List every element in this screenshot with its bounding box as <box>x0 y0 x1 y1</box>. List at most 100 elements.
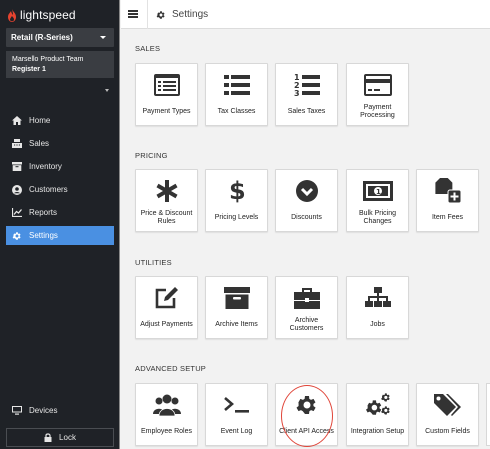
page-title: Settings <box>156 9 208 20</box>
tile-event-log[interactable]: Event Log <box>205 383 268 446</box>
chevron-circle-icon <box>276 178 337 204</box>
sitemap-icon <box>347 285 408 311</box>
top-header: Settings <box>121 0 490 29</box>
money-bill-icon: 1 <box>347 178 408 204</box>
caret-down-icon <box>100 36 106 39</box>
monitor-icon <box>12 406 22 416</box>
payment-types-icon <box>136 72 197 98</box>
credit-card-icon <box>347 72 408 98</box>
tag-plus-icon <box>417 178 478 204</box>
logo[interactable]: lightspeed <box>7 8 76 22</box>
terminal-icon <box>206 392 267 418</box>
sidebar: lightspeed Retail (R-Series) Marsello Pr… <box>0 0 120 449</box>
product-selector-label: Retail (R-Series) <box>11 33 73 42</box>
tile-client-api-access[interactable]: Client API Access <box>275 383 338 446</box>
inventory-icon <box>12 162 22 172</box>
caret-down-icon[interactable] <box>105 89 109 92</box>
tile-partial[interactable] <box>486 383 490 446</box>
gear-icon <box>12 231 22 241</box>
logo-text: lightspeed <box>20 8 76 22</box>
tile-sales-taxes[interactable]: 123 Sales Taxes <box>275 63 338 126</box>
sidebar-item-inventory[interactable]: Inventory <box>6 157 114 176</box>
svg-text:3: 3 <box>294 89 300 97</box>
tile-archive-customers[interactable]: Archive Customers <box>275 276 338 339</box>
tile-label: Payment Types <box>142 107 191 115</box>
sidebar-item-label: Home <box>29 116 51 125</box>
tile-item-fees[interactable]: Item Fees <box>416 169 479 232</box>
sidebar-item-sales[interactable]: Sales <box>6 134 114 153</box>
asterisk-icon <box>136 178 197 204</box>
tile-bulk-pricing-changes[interactable]: 1 Bulk Pricing Changes <box>346 169 409 232</box>
tile-label: Integration Setup <box>350 427 405 435</box>
tile-payment-types[interactable]: Payment Types <box>135 63 198 126</box>
tile-payment-processing[interactable]: Payment Processing <box>346 63 409 126</box>
sidebar-item-customers[interactable]: Customers <box>6 180 114 199</box>
tile-label: Bulk Pricing Changes <box>359 209 396 226</box>
register-icon <box>12 139 22 149</box>
tile-label: Adjust Payments <box>140 320 193 328</box>
tile-label: Pricing Levels <box>214 213 259 221</box>
tile-label: Employee Roles <box>141 427 192 435</box>
section-heading-pricing: PRICING <box>135 151 168 160</box>
tile-employee-roles[interactable]: Employee Roles <box>135 383 198 446</box>
briefcase-icon <box>276 285 337 311</box>
sidebar-item-reports[interactable]: Reports <box>6 203 114 222</box>
tile-archive-items[interactable]: Archive Items <box>205 276 268 339</box>
tags-icon <box>417 392 478 418</box>
product-selector[interactable]: Retail (R-Series) <box>6 28 114 47</box>
dollar-icon: $ <box>206 178 267 204</box>
sidebar-item-label: Reports <box>29 208 58 217</box>
hamburger-menu-icon[interactable] <box>128 10 138 18</box>
sidebar-item-label: Sales <box>29 139 50 148</box>
tile-label: Price & Discount Rules <box>140 209 193 226</box>
tile-jobs[interactable]: Jobs <box>346 276 409 339</box>
sidebar-item-devices[interactable]: Devices <box>6 401 114 420</box>
header-divider <box>147 0 148 29</box>
sidebar-item-settings[interactable]: Settings <box>6 226 114 245</box>
flame-logo-icon <box>8 8 16 22</box>
edit-icon <box>136 285 197 311</box>
lock-icon <box>44 433 52 442</box>
home-icon <box>12 116 22 126</box>
svg-text:$: $ <box>229 178 245 204</box>
tile-label: Discounts <box>291 213 322 221</box>
store-team: Marsello Product Team <box>12 56 84 63</box>
users-icon <box>136 392 197 418</box>
tile-label: Tax Classes <box>217 107 256 115</box>
chart-icon <box>12 208 22 218</box>
lock-button-label: Lock <box>59 433 76 442</box>
archive-icon <box>206 285 267 311</box>
tile-tax-classes[interactable]: Tax Classes <box>205 63 268 126</box>
tile-price-discount-rules[interactable]: Price & Discount Rules <box>135 169 198 232</box>
gear-icon <box>276 392 337 418</box>
tile-custom-fields[interactable]: Custom Fields <box>416 383 479 446</box>
sidebar-item-label: Inventory <box>29 162 62 171</box>
tile-discounts[interactable]: Discounts <box>275 169 338 232</box>
numbered-list-icon: 123 <box>276 72 337 98</box>
section-heading-utilities: UTILITIES <box>135 258 172 267</box>
gear-icon <box>156 10 166 20</box>
tile-pricing-levels[interactable]: $ Pricing Levels <box>205 169 268 232</box>
sidebar-item-label: Settings <box>29 231 58 240</box>
tile-label: Custom Fields <box>425 427 470 435</box>
customer-icon <box>12 184 22 195</box>
tile-label: Archive Customers <box>289 316 324 333</box>
section-heading-advanced-setup: ADVANCED SETUP <box>135 364 207 373</box>
register-name: Register 1 <box>12 66 46 73</box>
tile-integration-setup[interactable]: Integration Setup <box>346 383 409 446</box>
tile-adjust-payments[interactable]: Adjust Payments <box>135 276 198 339</box>
tile-label: Event Log <box>220 427 253 435</box>
tile-label: Archive Items <box>215 320 258 328</box>
page-title-text: Settings <box>172 9 209 20</box>
gears-icon <box>347 392 408 418</box>
store-register-selector[interactable]: Marsello Product Team Register 1 <box>6 51 114 78</box>
svg-text:1: 1 <box>376 188 381 196</box>
tile-label: Payment Processing <box>360 103 395 120</box>
tile-label: Item Fees <box>431 213 464 221</box>
tile-label: Jobs <box>370 320 385 328</box>
tile-label: Client API Access <box>279 427 334 435</box>
lock-button[interactable]: Lock <box>6 428 114 447</box>
sidebar-item-home[interactable]: Home <box>6 111 114 130</box>
tile-label: Sales Taxes <box>287 107 326 115</box>
sidebar-item-label: Devices <box>29 406 58 415</box>
